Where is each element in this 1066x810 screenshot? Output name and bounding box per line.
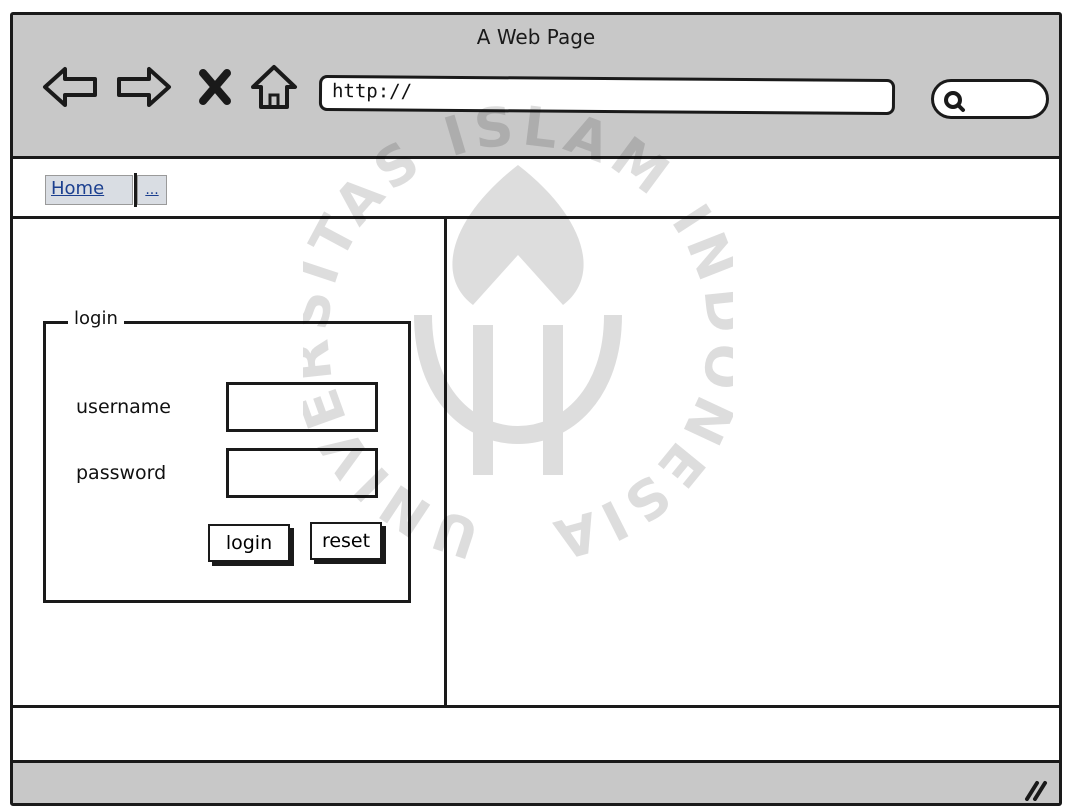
password-label: password <box>76 462 167 484</box>
tab-home[interactable]: Home <box>45 175 133 205</box>
content-panel <box>447 219 1059 705</box>
login-button[interactable]: login <box>208 524 290 562</box>
username-field[interactable] <box>226 382 378 432</box>
resize-grip-icon[interactable] <box>1023 779 1049 803</box>
reset-button[interactable]: reset <box>310 522 382 560</box>
tab-more[interactable]: ... <box>137 175 167 205</box>
login-legend: login <box>68 308 124 329</box>
home-icon[interactable] <box>249 63 299 115</box>
window-title: A Web Page <box>476 25 596 49</box>
browser-window: A Web Page http:// Home ... login userna… <box>10 12 1062 806</box>
search-icon <box>944 91 965 112</box>
footer-area <box>13 705 1059 763</box>
url-input[interactable]: http:// <box>318 74 896 116</box>
password-field[interactable] <box>226 448 378 498</box>
back-icon[interactable] <box>41 65 101 113</box>
stop-icon[interactable] <box>197 67 233 111</box>
status-bar <box>13 763 1059 803</box>
login-fieldset: login username password login reset <box>43 308 411 603</box>
left-panel: login username password login reset <box>13 219 447 705</box>
tab-bar: Home ... <box>13 159 1059 219</box>
search-input[interactable] <box>931 79 1049 119</box>
forward-icon[interactable] <box>113 65 173 113</box>
browser-titlebar: A Web Page http:// <box>13 15 1059 159</box>
username-label: username <box>76 396 171 418</box>
